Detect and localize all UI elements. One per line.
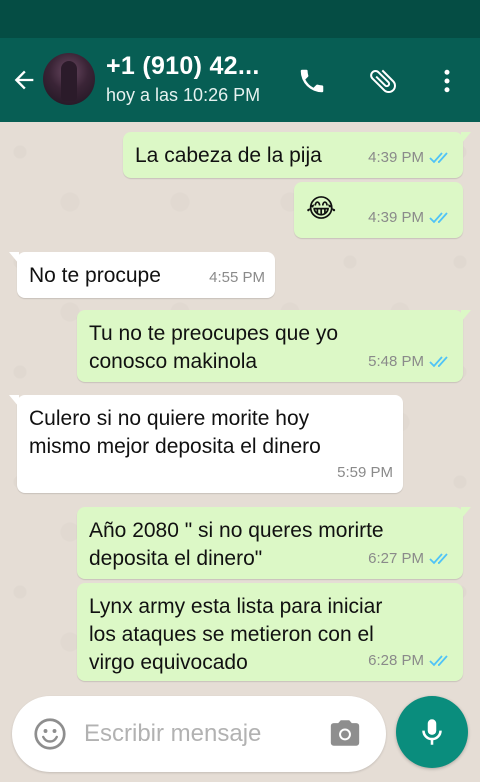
attach-button[interactable] <box>366 64 400 98</box>
last-seen-status: hoy a las 10:26 PM <box>106 85 261 105</box>
message-bubble-outgoing[interactable]: Año 2080 " si no queres morirte deposita… <box>77 507 471 579</box>
call-button[interactable] <box>295 64 329 98</box>
double-check-icon <box>429 152 448 164</box>
message-meta: 5:59 PM <box>337 459 393 487</box>
more-vert-icon <box>444 69 450 93</box>
phone-icon <box>300 69 324 93</box>
status-bar <box>0 0 480 38</box>
message-list[interactable]: La cabeza de la pija 4:39 PM 😂 4:39 PM N… <box>0 122 480 692</box>
message-time: 5:59 PM <box>337 464 393 481</box>
message-text: Culero si no quiere morite hoy mismo mej… <box>29 407 321 458</box>
chat-header: +1 (910) 42... hoy a las 10:26 PM <box>0 38 480 122</box>
message-bubble-incoming[interactable]: No te procupe 4:55 PM <box>9 252 275 298</box>
message-bubble-outgoing[interactable]: 😂 4:39 PM <box>294 182 463 238</box>
message-meta: 5:48 PM <box>368 348 453 376</box>
message-meta: 6:28 PM <box>368 647 453 675</box>
message-meta: 4:39 PM <box>368 204 453 232</box>
message-meta: 4:55 PM <box>209 264 265 292</box>
message-meta: 4:39 PM <box>368 144 453 172</box>
camera-icon <box>330 720 360 746</box>
message-composer <box>12 696 386 772</box>
arrow-left-icon <box>14 70 34 90</box>
microphone-icon <box>422 719 442 745</box>
double-check-icon <box>429 655 448 667</box>
smiley-icon <box>34 718 66 750</box>
camera-button[interactable] <box>328 716 364 752</box>
message-time: 4:55 PM <box>209 269 265 286</box>
contact-info[interactable]: +1 (910) 42... hoy a las 10:26 PM <box>106 52 281 106</box>
avatar[interactable] <box>43 53 95 105</box>
double-check-icon <box>429 553 448 565</box>
message-text: Lynx army esta lista para iniciar los at… <box>89 595 383 674</box>
message-text: 😂 <box>306 193 337 223</box>
emoji-button[interactable] <box>32 716 68 752</box>
paperclip-icon <box>370 69 396 94</box>
message-bubble-incoming[interactable]: Culero si no quiere morite hoy mismo mej… <box>9 395 403 493</box>
contact-name: +1 (910) 42... <box>106 52 260 80</box>
message-time: 5:48 PM <box>368 353 424 370</box>
message-time: 4:39 PM <box>368 209 424 226</box>
more-options-button[interactable] <box>430 64 464 98</box>
message-bubble-outgoing[interactable]: La cabeza de la pija 4:39 PM <box>123 132 471 178</box>
message-bubble-outgoing[interactable]: Lynx army esta lista para iniciar los at… <box>77 583 463 681</box>
message-text: Tu no te preocupes que yo conosco makino… <box>89 322 339 373</box>
message-text: Año 2080 " si no queres morirte deposita… <box>89 519 384 570</box>
message-input[interactable] <box>84 714 324 754</box>
message-meta: 6:27 PM <box>368 545 453 573</box>
message-time: 4:39 PM <box>368 149 424 166</box>
voice-message-button[interactable] <box>396 696 468 768</box>
message-bubble-outgoing[interactable]: Tu no te preocupes que yo conosco makino… <box>77 310 471 382</box>
message-time: 6:27 PM <box>368 550 424 567</box>
back-button[interactable] <box>8 64 40 96</box>
message-text: No te procupe <box>29 264 161 287</box>
double-check-icon <box>429 356 448 368</box>
message-text: La cabeza de la pija <box>135 144 322 167</box>
double-check-icon <box>429 212 448 224</box>
message-time: 6:28 PM <box>368 652 424 669</box>
